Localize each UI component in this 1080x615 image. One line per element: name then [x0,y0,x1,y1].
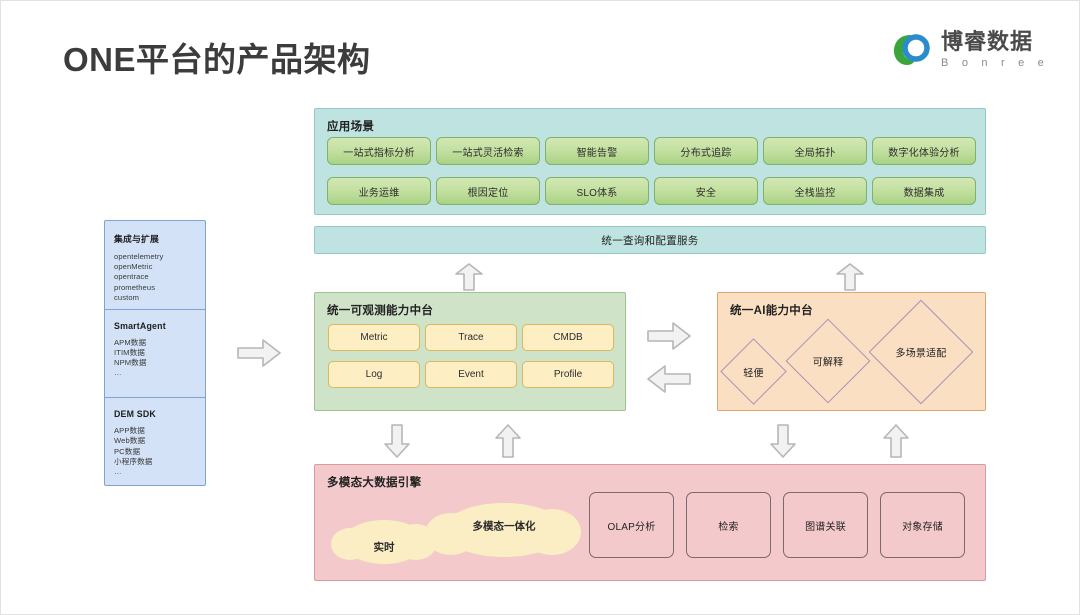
sidebar-item: PC数据 [114,446,141,456]
engine-to-observability-up-arrow [494,423,522,459]
unified-ai-platform-panel: 统一AI能力中台 轻便 可解释 多场景适配 [717,292,986,411]
data-collection-sidebar: 集成与扩展 opentelemetry openMetric opentrace… [104,220,206,486]
scenario-button[interactable]: 安全 [654,177,758,205]
sidebar-section-title: 集成与扩展 [114,234,159,244]
scenario-button[interactable]: 全栈监控 [763,177,867,205]
unified-observability-platform-panel: 统一可观测能力中台 Metric Trace CMDB Log Event Pr… [314,292,626,411]
sidebar-section-dem-sdk: DEM SDK APP数据 Web数据 PC数据 小程序数据 … [105,398,205,487]
engine-cloud-label: 多模态一体化 [472,520,536,533]
capability-card[interactable]: Log [328,361,420,388]
sidebar-item: … [114,368,122,378]
scenario-button-grid: 一站式指标分析 一站式灵活检索 智能告警 分布式追踪 全局拓扑 数字化体验分析 … [327,137,977,205]
scenario-button[interactable]: 数字化体验分析 [872,137,976,165]
capability-card[interactable]: Profile [522,361,614,388]
sidebar-item: … [114,467,122,476]
sidebar-section-title: SmartAgent [114,320,166,331]
capability-card[interactable]: Event [425,361,517,388]
ai-to-engine-down-arrow [769,423,797,459]
scenario-button[interactable]: 一站式指标分析 [327,137,431,165]
ai-feature-label: 可解释 [812,357,844,369]
sidebar-item: prometheus [114,282,156,292]
engine-to-ai-up-arrow [882,423,910,459]
scenario-button[interactable]: 业务运维 [327,177,431,205]
engine-cloud-shape: 实时 [331,520,437,564]
logo-text-en: B o n r e e [941,57,1049,69]
scenario-button[interactable]: 根因定位 [436,177,540,205]
observability-to-query-up-arrow [453,262,485,292]
observability-to-engine-down-arrow [383,423,411,459]
sidebar-item: NPM数据 [114,358,147,367]
sidebar-item: 小程序数据 [114,456,153,466]
unified-query-config-service-bar: 统一查询和配置服务 [314,226,986,254]
multimodal-data-engine-panel: 多模态大数据引擎 实时 多模态一体化 OLAP分析 检索 图谱关联 对象存储 [314,464,986,581]
sidebar-section-smartagent: SmartAgent APM数据 ITIM数据 NPM数据 … [105,310,205,399]
page-title: ONE平台的产品架构 [63,41,371,78]
ai-to-observability-left-arrow [646,364,692,394]
ai-feature-label: 多场景适配 [895,348,947,360]
ai-feature-diamond: 多场景适配 [868,299,974,405]
application-scenario-panel: 应用场景 一站式指标分析 一站式灵活检索 智能告警 分布式追踪 全局拓扑 数字化… [314,108,986,215]
scenario-button[interactable]: SLO体系 [545,177,649,205]
sidebar-item: custom [114,292,140,302]
scenario-button[interactable]: 分布式追踪 [654,137,758,165]
scenario-button[interactable]: 全局拓扑 [763,137,867,165]
slide-canvas: ONE平台的产品架构 博睿数据 B o n r e e 应用场景 一站式指标分析… [0,0,1080,615]
scenario-button[interactable]: 一站式灵活检索 [436,137,540,165]
engine-box[interactable]: 对象存储 [880,492,965,558]
capability-card[interactable]: Metric [328,324,420,351]
engine-cloud-shape: 多模态一体化 [425,503,581,557]
scenario-button[interactable]: 智能告警 [545,137,649,165]
brand-logo: 博睿数据 B o n r e e [890,29,1049,71]
engine-box-grid: OLAP分析 检索 图谱关联 对象存储 [589,492,965,558]
engine-box[interactable]: OLAP分析 [589,492,674,558]
sidebar-section-title: DEM SDK [114,409,156,420]
scenario-button[interactable]: 数据集成 [872,177,976,205]
scenario-panel-title: 应用场景 [327,121,375,133]
sidebar-item: APM数据 [114,337,147,347]
sidebar-item: ITIM数据 [114,347,145,357]
observability-to-ai-right-arrow [646,321,692,351]
ai-feature-diamond: 可解释 [785,318,871,404]
engine-box[interactable]: 图谱关联 [783,492,868,558]
ai-panel-title: 统一AI能力中台 [730,305,813,317]
sidebar-item: Web数据 [114,436,146,446]
engine-box[interactable]: 检索 [686,492,771,558]
sidebar-item: openMetric [114,262,153,272]
sidebar-item: APP数据 [114,426,145,436]
sidebar-to-observability-right-arrow [236,337,282,369]
bonree-logo-icon [890,29,932,71]
engine-panel-title: 多模态大数据引擎 [327,477,422,489]
sidebar-item: opentrace [114,272,149,282]
sidebar-item: … [114,303,122,310]
engine-cloud-label: 实时 [373,541,395,554]
ai-to-query-up-arrow [834,262,866,292]
capability-card[interactable]: CMDB [522,324,614,351]
observability-panel-title: 统一可观测能力中台 [327,305,434,317]
capability-card[interactable]: Trace [425,324,517,351]
sidebar-item: opentelemetry [114,252,164,261]
sidebar-section-integration: 集成与扩展 opentelemetry openMetric opentrace… [105,221,205,310]
ai-feature-label: 轻便 [743,368,764,379]
observability-capability-grid: Metric Trace CMDB Log Event Profile [328,324,614,388]
logo-text-cn: 博睿数据 [941,29,1034,54]
ai-feature-diamond: 轻便 [720,338,787,405]
